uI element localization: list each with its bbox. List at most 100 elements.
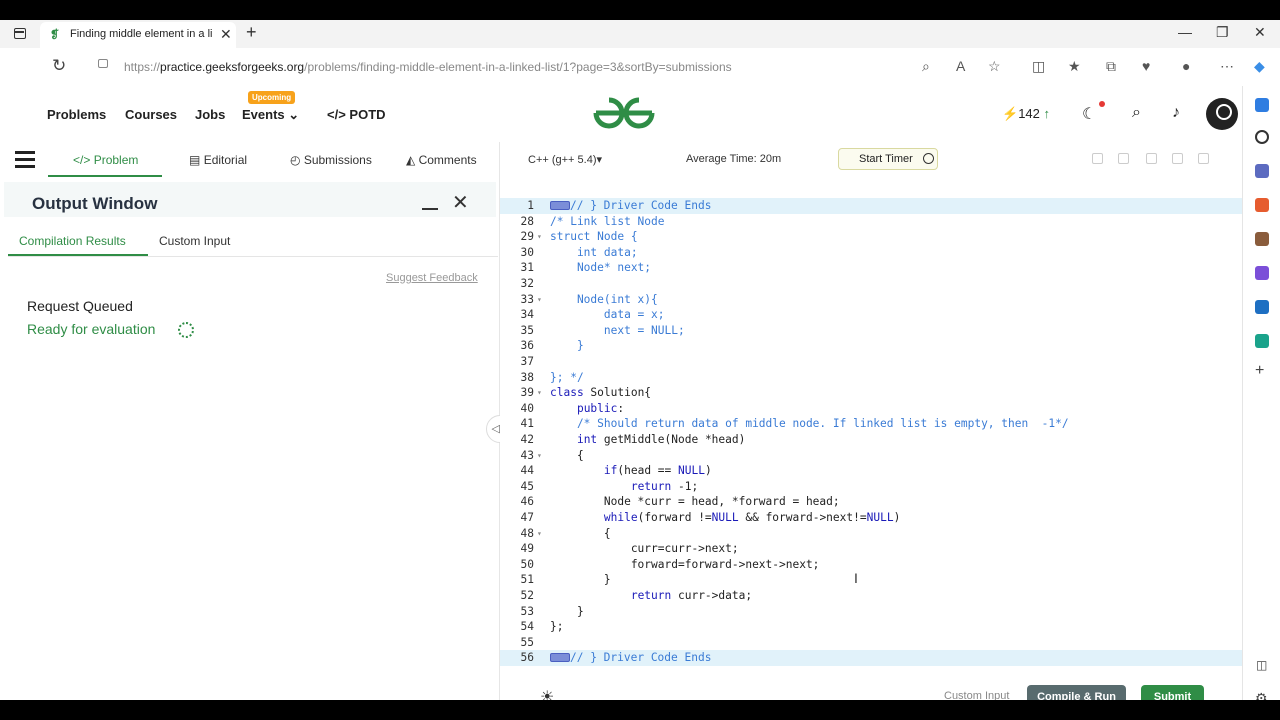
code-line[interactable]: 48 ▾ { (500, 526, 1242, 542)
fold-arrow-icon[interactable]: ▾ (537, 292, 542, 308)
toolbox-icon[interactable] (1255, 198, 1269, 212)
copilot-sidebar-icon[interactable] (1255, 266, 1269, 280)
lightbulb-icon[interactable]: ☀ (540, 687, 554, 700)
tab-comments[interactable]: ◭ Comments (406, 153, 477, 167)
code-line[interactable]: 37 (500, 354, 1242, 370)
language-select[interactable]: C++ (g++ 5.4)▾ (528, 153, 602, 166)
minimize-output-icon[interactable] (422, 208, 438, 210)
search-sidebar-icon[interactable] (1255, 130, 1269, 144)
collections-icon[interactable]: ⧉ (1106, 58, 1116, 75)
split-screen-icon[interactable]: ◫ (1032, 58, 1045, 75)
tab-compilation-results[interactable]: Compilation Results (19, 234, 126, 248)
copilot-icon[interactable]: ◆ (1254, 58, 1265, 75)
code-line[interactable]: 30 int data; (500, 245, 1242, 261)
code-line[interactable]: 1 // } Driver Code Ends (500, 198, 1242, 214)
compile-run-button[interactable]: Compile & Run (1027, 685, 1126, 700)
outlook-icon[interactable] (1255, 300, 1269, 314)
reload-icon[interactable]: ↻ (52, 56, 66, 76)
code-line[interactable]: 38}; */ (500, 370, 1242, 386)
chess-icon[interactable] (1255, 232, 1269, 246)
code-line[interactable]: 28 /* Link list Node (500, 214, 1242, 230)
nav-events[interactable]: Events ⌄ (242, 107, 299, 123)
code-line[interactable]: 35 next = NULL; (500, 323, 1242, 339)
lock-icon[interactable] (98, 59, 108, 68)
drop-icon[interactable] (1255, 334, 1269, 348)
code-line[interactable]: 31 Node* next; (500, 260, 1242, 276)
tab-actions-icon[interactable] (14, 28, 26, 39)
favorites-icon[interactable]: ★ (1068, 58, 1081, 75)
code-line[interactable]: 49 curr=curr->next; (500, 541, 1242, 557)
code-line[interactable]: 46 Node *curr = head, *forward = head; (500, 494, 1242, 510)
hamburger-menu-icon[interactable] (15, 151, 35, 168)
tab-editorial[interactable]: ▤ Editorial (189, 153, 247, 167)
nav-courses[interactable]: Courses (125, 107, 177, 122)
start-timer-button[interactable]: Start Timer (838, 148, 938, 170)
code-line[interactable]: 55 (500, 635, 1242, 651)
streak-counter[interactable]: ⚡142 ↑ (1002, 106, 1050, 122)
avatar[interactable] (1206, 98, 1238, 130)
code-line[interactable]: 32 (500, 276, 1242, 292)
fold-arrow-icon[interactable]: ▾ (537, 385, 542, 401)
profile-icon[interactable]: ● (1182, 58, 1190, 74)
nav-jobs[interactable]: Jobs (195, 107, 225, 122)
fullscreen-icon[interactable] (1198, 153, 1209, 164)
tab-custom-input[interactable]: Custom Input (159, 234, 230, 248)
gear-icon[interactable] (1146, 153, 1157, 164)
code-line[interactable]: 51 } (500, 572, 1242, 588)
tab-problem[interactable]: </> Problem (73, 153, 138, 167)
close-tab-icon[interactable]: ✕ (220, 26, 232, 43)
zoom-icon[interactable]: ⌕ (922, 58, 930, 75)
bell-sidebar-icon[interactable] (1255, 98, 1269, 112)
read-aloud-icon[interactable]: A (956, 58, 965, 74)
tab-submissions[interactable]: ◴ Submissions (290, 153, 372, 167)
extensions-icon[interactable]: ♥ (1142, 58, 1150, 74)
sidebar-toggle-icon[interactable]: ◫ (1256, 658, 1267, 672)
code-line[interactable]: 52 return curr->data; (500, 588, 1242, 604)
folded-code-icon[interactable] (550, 201, 570, 210)
file-icon[interactable] (1118, 153, 1129, 164)
custom-input-link[interactable]: Custom Input (944, 690, 1009, 700)
nav-potd[interactable]: </> POTD (327, 107, 386, 122)
fold-arrow-icon[interactable]: ▾ (537, 229, 542, 245)
code-line[interactable]: 40 public: (500, 401, 1242, 417)
url-field[interactable]: https://practice.geeksforgeeks.org/probl… (124, 60, 732, 74)
suggest-feedback-link[interactable]: Suggest Feedback (386, 272, 478, 284)
reset-icon[interactable] (1172, 153, 1183, 164)
folded-code-icon[interactable] (550, 653, 570, 663)
code-line[interactable]: 33 ▾ Node(int x){ (500, 292, 1242, 308)
fold-arrow-icon[interactable]: ▾ (537, 448, 542, 464)
code-line[interactable]: 44 if(head == NULL) (500, 463, 1242, 479)
code-line[interactable]: 41 /* Should return data of middle node.… (500, 416, 1242, 432)
tag-icon[interactable] (1255, 164, 1269, 178)
minimize-icon[interactable]: — (1178, 24, 1192, 40)
code-line[interactable]: 34 data = x; (500, 307, 1242, 323)
dark-mode-icon[interactable]: ☾ (1082, 104, 1096, 124)
code-line[interactable]: 53 } (500, 604, 1242, 620)
more-options-icon[interactable]: ⋯ (1220, 58, 1234, 75)
code-line[interactable]: 39 ▾ class Solution{ (500, 385, 1242, 401)
favorite-star-icon[interactable]: ☆ (988, 58, 1001, 75)
settings-icon[interactable]: ⚙ (1255, 690, 1268, 700)
restore-icon[interactable]: ❐ (1216, 24, 1229, 41)
copy-icon[interactable] (1092, 153, 1103, 164)
code-line[interactable]: 42 int getMiddle(Node *head) (500, 432, 1242, 448)
gfg-logo[interactable] (592, 96, 656, 130)
code-line[interactable]: 29 ▾ struct Node { (500, 229, 1242, 245)
close-window-icon[interactable]: ✕ (1254, 24, 1266, 41)
code-line[interactable]: 45 return -1; (500, 479, 1242, 495)
code-line[interactable]: 36 } (500, 338, 1242, 354)
close-output-icon[interactable]: ✕ (452, 190, 469, 215)
code-line[interactable]: 54}; (500, 619, 1242, 635)
new-tab-icon[interactable]: + (246, 22, 257, 43)
search-icon[interactable]: ⌕ (1132, 104, 1141, 122)
browser-tab[interactable]: ❡ Finding middle element in a link ✕ (40, 22, 236, 48)
submit-button[interactable]: Submit (1141, 685, 1204, 700)
bell-icon[interactable]: ♪ (1172, 104, 1180, 122)
code-line[interactable]: 50 forward=forward->next->next; (500, 557, 1242, 573)
nav-problems[interactable]: Problems (47, 107, 106, 122)
add-icon[interactable]: + (1255, 362, 1264, 380)
code-line[interactable]: 43 ▾ { (500, 448, 1242, 464)
code-line[interactable]: 56 // } Driver Code Ends (500, 650, 1242, 666)
code-line[interactable]: 47 while(forward !=NULL && forward->next… (500, 510, 1242, 526)
fold-arrow-icon[interactable]: ▾ (537, 526, 542, 542)
